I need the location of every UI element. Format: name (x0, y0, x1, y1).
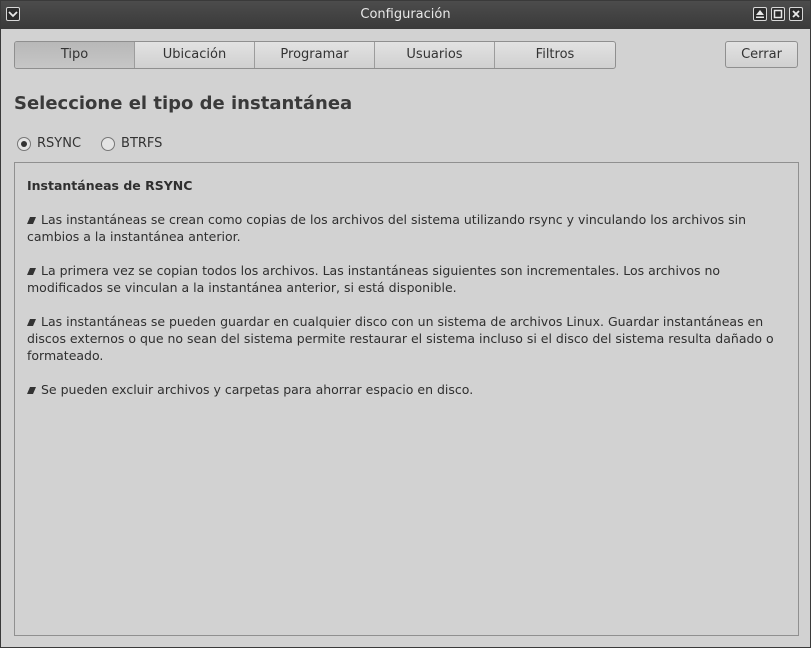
close-button[interactable]: Cerrar (725, 41, 798, 68)
parallelogram-bullet-icon (27, 319, 36, 326)
settings-window: Configuración Tipo Ubicación Programar U… (0, 0, 811, 648)
parallelogram-bullet-icon (27, 387, 36, 394)
maximize-button[interactable] (771, 7, 785, 21)
btrfs-radio[interactable] (101, 136, 116, 151)
tab-ubicacion[interactable]: Ubicación (135, 42, 255, 68)
window-title: Configuración (360, 7, 451, 22)
description-text: La primera vez se copian todos los archi… (27, 263, 721, 295)
rsync-label: RSYNC (37, 136, 82, 151)
tab-bar: Tipo Ubicación Programar Usuarios Filtro… (14, 41, 616, 69)
tab-tipo[interactable]: Tipo (15, 42, 135, 68)
description-title: Instantáneas de RSYNC (27, 178, 193, 193)
btrfs-option[interactable]: BTRFS (101, 136, 162, 151)
description-text: Las instantáneas se crean como copias de… (27, 212, 747, 244)
snapshot-type-group: RSYNC BTRFS (17, 136, 182, 151)
description-text: Se pueden excluir archivos y carpetas pa… (41, 382, 474, 397)
tab-usuarios[interactable]: Usuarios (375, 42, 495, 68)
tab-filtros[interactable]: Filtros (495, 42, 615, 68)
maximize-icon (773, 9, 783, 19)
description-item: Las instantáneas se crean como copias de… (27, 211, 786, 245)
description-item: Las instantáneas se pueden guardar en cu… (27, 313, 786, 364)
close-icon (792, 10, 800, 18)
page-title: Seleccione el tipo de instantánea (14, 93, 353, 114)
parallelogram-bullet-icon (27, 217, 36, 224)
rsync-radio[interactable] (17, 136, 31, 151)
eject-icon (756, 10, 764, 18)
description-item: Se pueden excluir archivos y carpetas pa… (27, 381, 786, 398)
tab-programar[interactable]: Programar (255, 42, 375, 68)
parallelogram-bullet-icon (27, 268, 36, 275)
title-bar[interactable]: Configuración (1, 1, 810, 29)
description-text: Las instantáneas se pueden guardar en cu… (27, 314, 774, 363)
shade-button[interactable] (753, 7, 767, 21)
rsync-option[interactable]: RSYNC (17, 136, 81, 151)
description-panel: Instantáneas de RSYNC Las instantáneas s… (14, 162, 799, 636)
btrfs-label: BTRFS (121, 136, 163, 151)
close-window-button[interactable] (789, 7, 803, 21)
description-item: La primera vez se copian todos los archi… (27, 262, 786, 296)
